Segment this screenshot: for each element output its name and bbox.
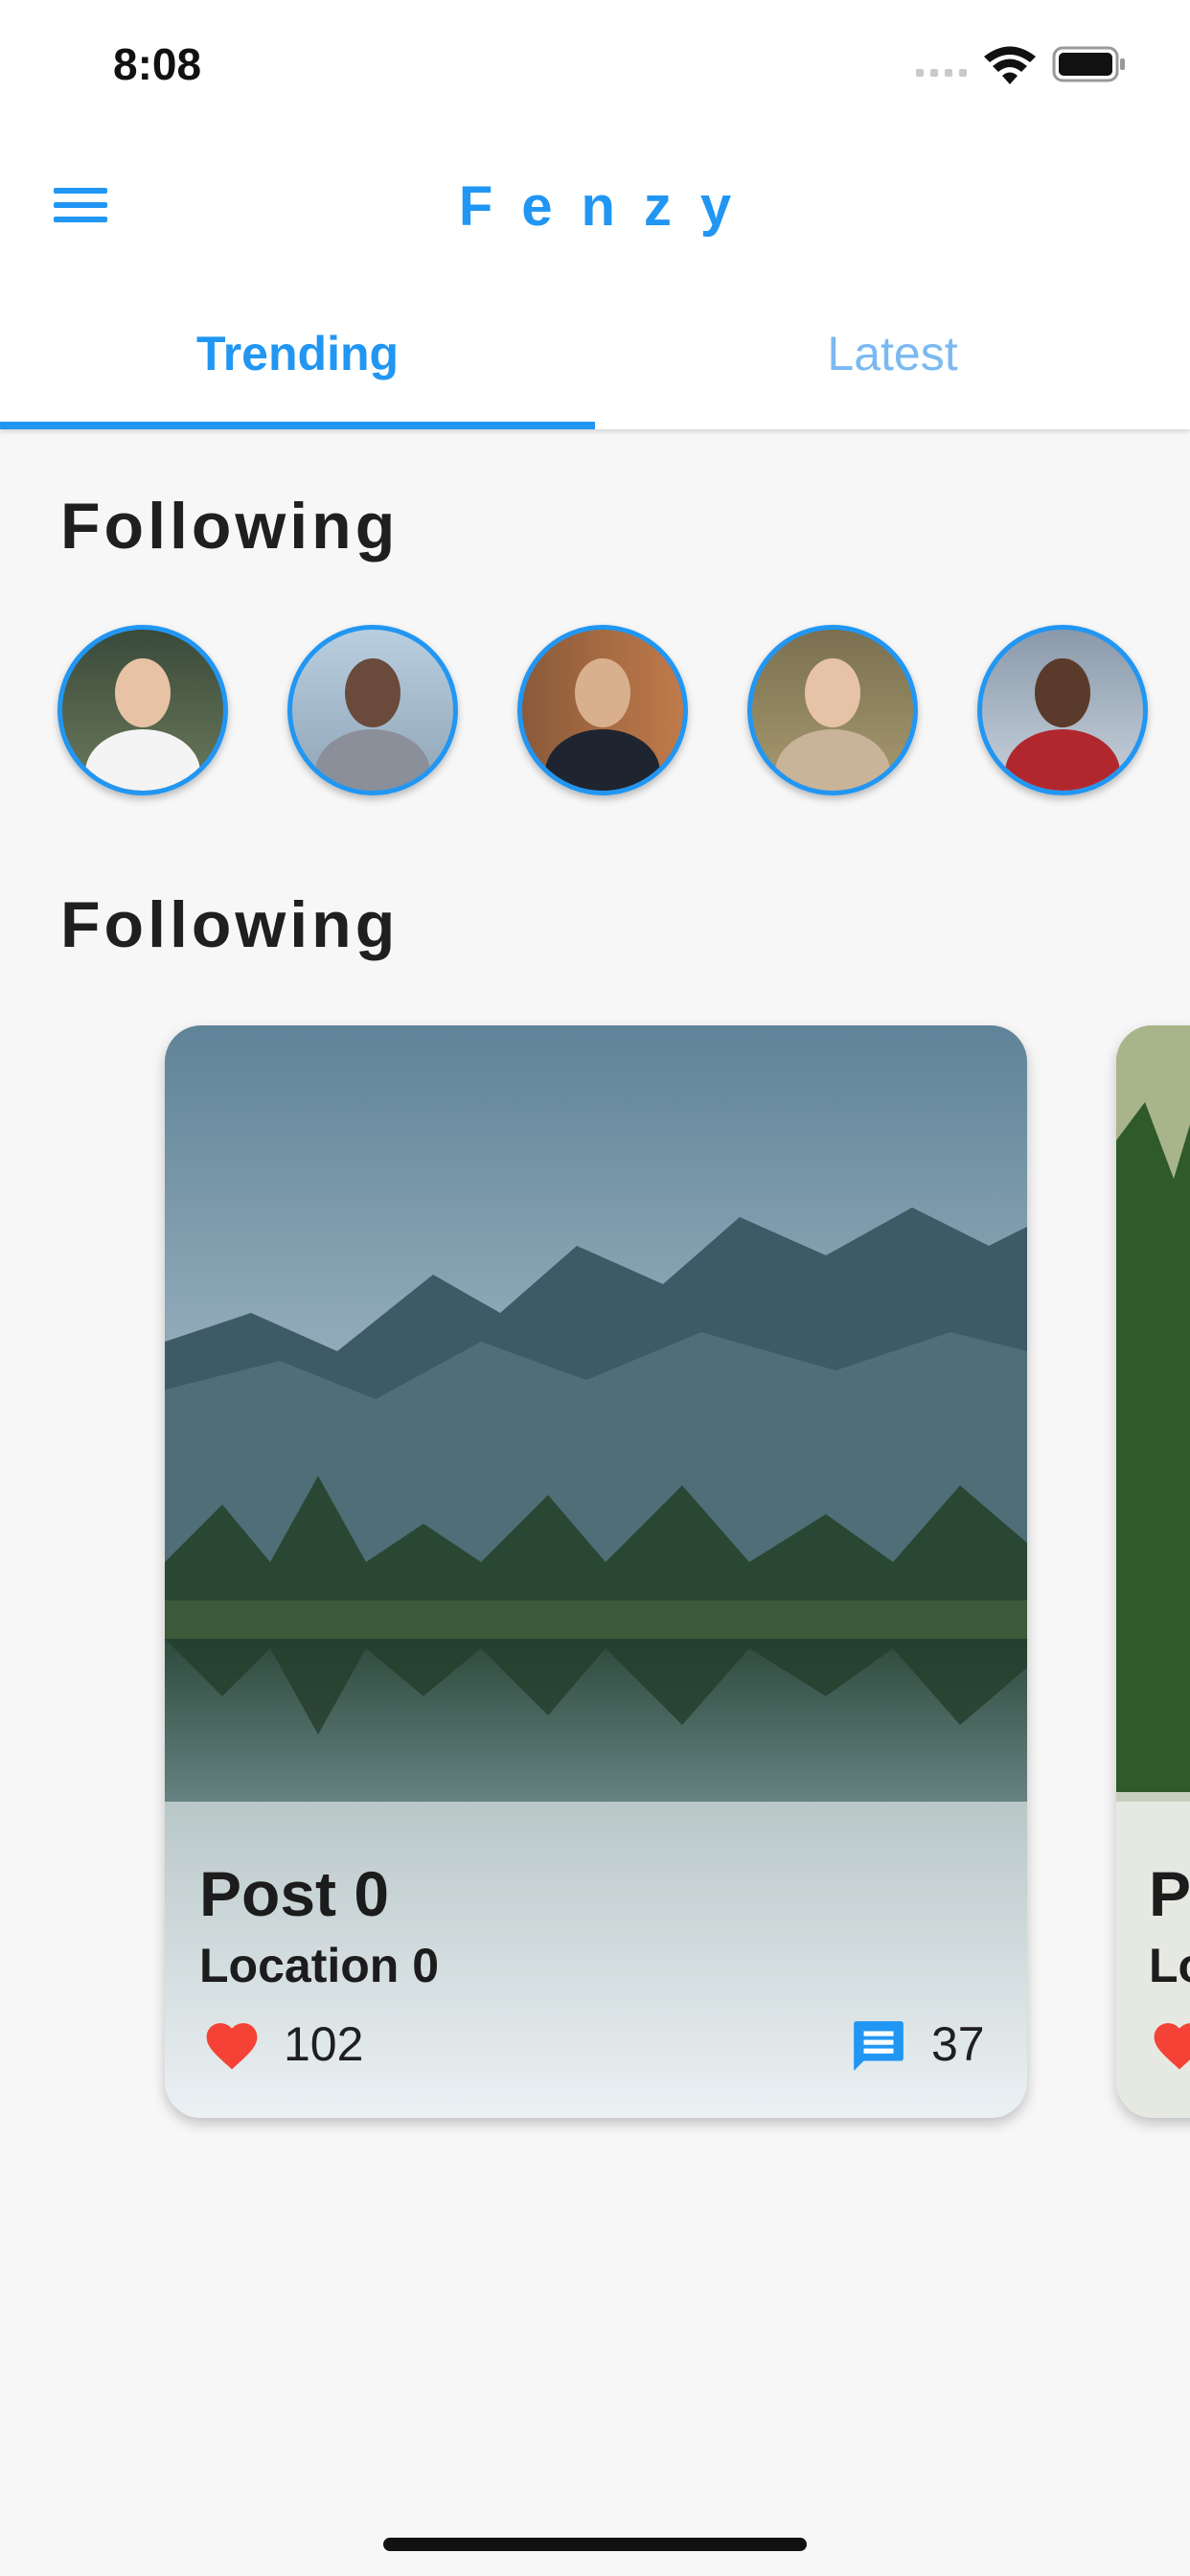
post-title: Post 0: [199, 1858, 390, 1929]
following-section-title: Following: [60, 490, 400, 563]
home-indicator[interactable]: [383, 2538, 807, 2551]
status-bar: 8:08: [0, 0, 1190, 134]
post-card-next[interactable]: P Lo: [1116, 1025, 1190, 2118]
comment-icon[interactable]: [849, 2016, 908, 2076]
post-location: Location 0: [199, 1939, 440, 1992]
avatar-4[interactable]: [747, 625, 918, 795]
avatar-row[interactable]: [57, 625, 1190, 801]
like-count: 102: [284, 2017, 364, 2071]
avatar-1[interactable]: [57, 625, 228, 795]
signal-icon: [916, 69, 967, 77]
post-title-next: P: [1149, 1858, 1190, 1929]
tab-trending[interactable]: Trending: [0, 278, 595, 429]
avatar-3[interactable]: [517, 625, 688, 795]
post-location-next: Lo: [1149, 1939, 1190, 1992]
tab-latest[interactable]: Latest: [595, 278, 1190, 429]
app-title: Fenzy: [458, 175, 761, 238]
comment-count: 37: [931, 2017, 985, 2071]
tab-indicator: [0, 422, 595, 429]
wifi-icon: [984, 46, 1036, 84]
heart-icon[interactable]: [201, 2016, 263, 2072]
battery-icon: [1052, 46, 1125, 82]
status-time: 8:08: [113, 39, 202, 89]
avatar-2[interactable]: [287, 625, 458, 795]
heart-icon-next[interactable]: [1149, 2016, 1190, 2072]
posts-section-title: Following: [60, 888, 400, 961]
post-card[interactable]: Post 0 Location 0 102 37: [165, 1025, 1027, 2118]
avatar-5[interactable]: [977, 625, 1148, 795]
tab-bar: Trending Latest: [0, 278, 1190, 429]
